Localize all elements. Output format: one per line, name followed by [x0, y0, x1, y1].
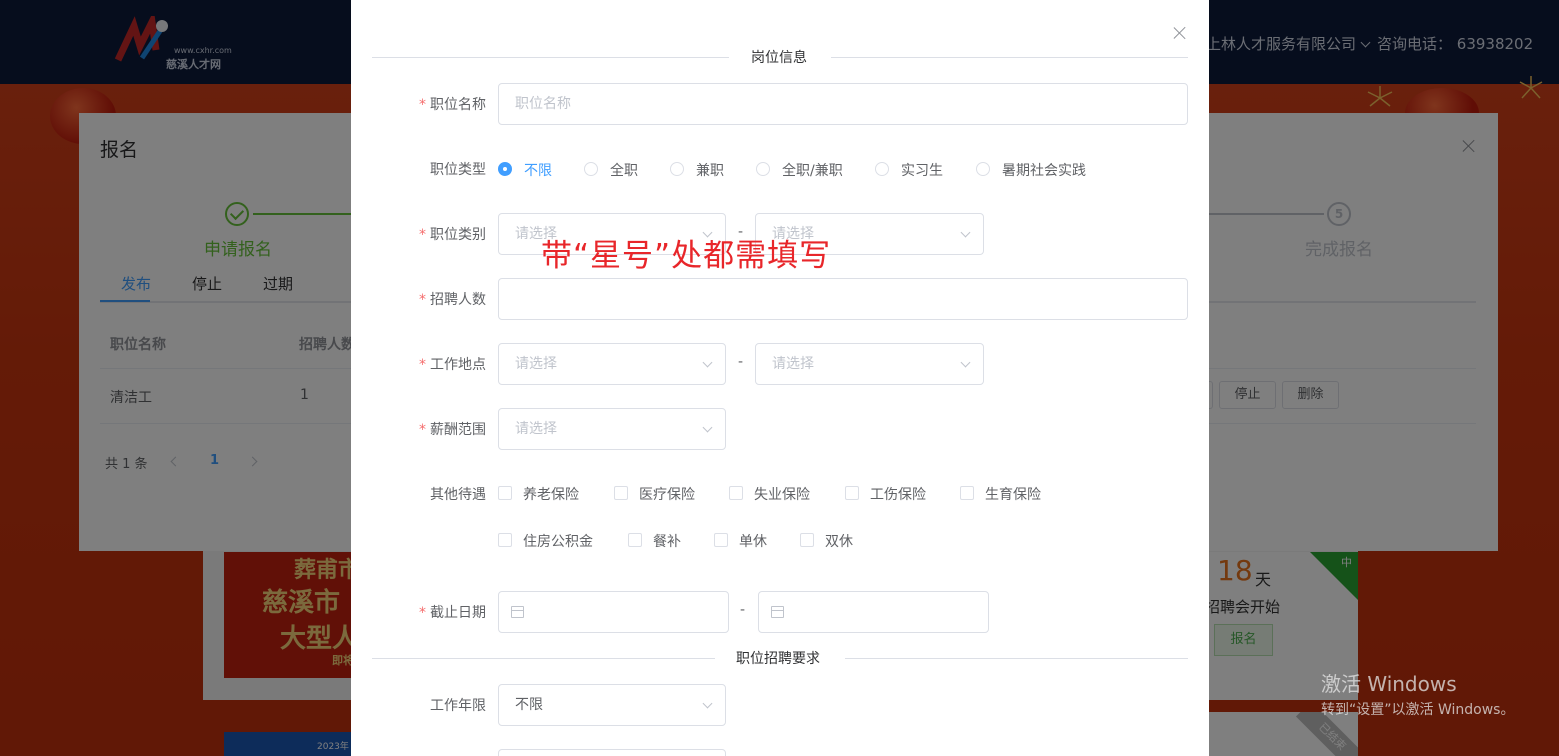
job-name-input[interactable]: 职位名称 [498, 83, 1188, 125]
deadline-start-picker[interactable] [498, 591, 729, 633]
label-years: 工作年限 [430, 698, 486, 714]
windows-watermark: 激活 Windows 转到“设置”以激活 Windows。 [1321, 668, 1514, 719]
section-title: 职位招聘要求 [736, 651, 820, 667]
calendar-icon [511, 606, 524, 618]
chevron-down-icon [702, 357, 713, 368]
chevron-down-icon [702, 422, 713, 433]
calendar-icon [771, 606, 784, 618]
job-dialog: 岗位信息 * 职位名称 职位名称 职位类型 不限 全职 兼职 全职/兼职 实习生 … [351, 0, 1209, 756]
chevron-down-icon [960, 227, 971, 238]
salary-select[interactable]: 请选择 [498, 408, 726, 450]
label-salary: * 薪酬范围 [419, 422, 486, 438]
years-select[interactable]: 不限 [498, 684, 726, 726]
location-select-2[interactable]: 请选择 [755, 343, 984, 385]
label-job-type: 职位类型 [430, 162, 486, 178]
label-hire-count: * 招聘人数 [419, 292, 486, 308]
watermark-line: 转到“设置”以激活 Windows。 [1321, 702, 1515, 718]
range-separator: - [738, 354, 744, 370]
section-divider-requirements: 职位招聘要求 [372, 648, 1188, 668]
label-job-category: * 职位类别 [419, 227, 486, 243]
hire-count-input[interactable] [498, 278, 1188, 320]
chevron-down-icon [960, 357, 971, 368]
deadline-end-picker[interactable] [758, 591, 989, 633]
annotation-note: 带“星号”处都需填写 [541, 238, 832, 274]
section-title: 岗位信息 [751, 50, 807, 66]
next-select[interactable] [498, 749, 726, 756]
close-icon[interactable] [1173, 26, 1187, 40]
location-select-1[interactable]: 请选择 [498, 343, 726, 385]
chevron-down-icon [702, 698, 713, 709]
label-job-name: * 职位名称 [419, 97, 486, 113]
section-divider-info: 岗位信息 [372, 47, 1188, 67]
label-location: * 工作地点 [419, 357, 486, 373]
range-separator: - [740, 602, 746, 618]
label-deadline: * 截止日期 [419, 605, 486, 621]
watermark-line: 激活 Windows [1321, 672, 1457, 696]
label-benefits: 其他待遇 [430, 487, 486, 503]
